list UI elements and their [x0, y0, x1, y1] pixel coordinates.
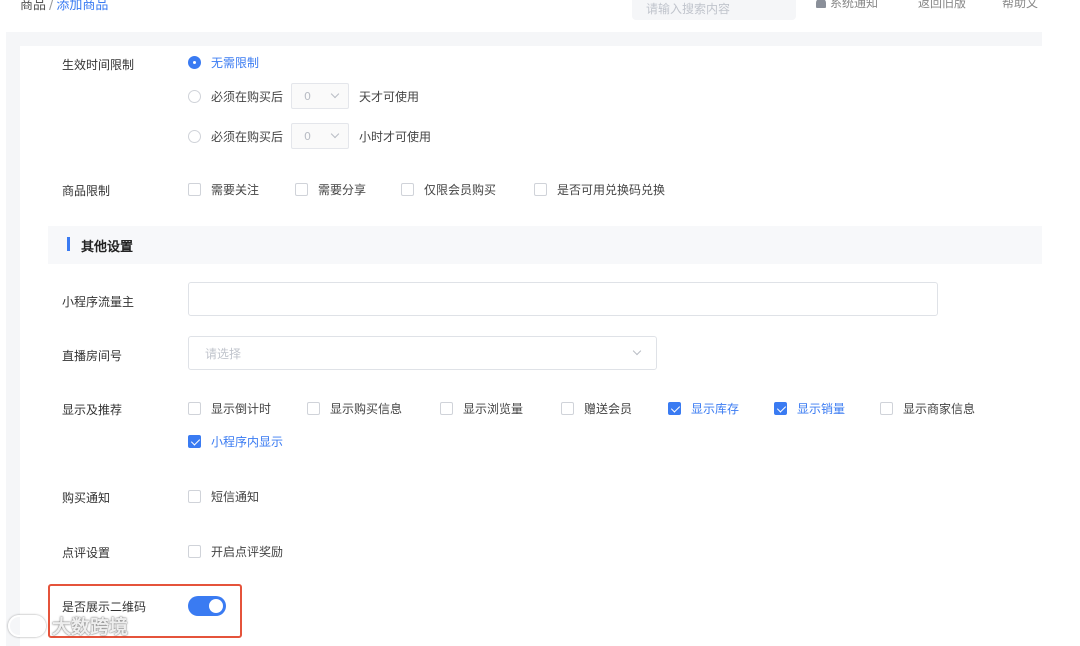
qrcode-toggle[interactable] — [188, 596, 226, 616]
live-room-label: 直播房间号 — [62, 349, 123, 363]
checkbox-icon — [295, 183, 308, 196]
checkbox-label: 显示购买信息 — [330, 402, 403, 416]
radio-checked-icon — [188, 56, 201, 69]
validity-label: 生效时间限制 — [62, 58, 135, 72]
display-label: 显示及推荐 — [62, 403, 123, 417]
live-room-select[interactable]: 请选择 — [188, 336, 657, 370]
checkbox-label: 显示倒计时 — [211, 402, 272, 416]
checkbox-show-views[interactable]: 显示浏览量 — [440, 400, 523, 417]
checkbox-label: 赠送会员 — [584, 402, 633, 416]
checkbox-label: 显示销量 — [797, 402, 846, 416]
validity-option-suffix: 天才可使用 — [359, 89, 420, 104]
chevron-down-icon — [330, 129, 340, 139]
checkbox-label: 是否可用兑换码兑换 — [557, 183, 666, 197]
system-notification-link[interactable]: 系统通知 — [816, 0, 878, 11]
validity-option-prefix: 必须在购买后 — [211, 129, 284, 144]
checkbox-label: 开启点评奖励 — [211, 545, 284, 559]
section-accent-bar — [67, 237, 70, 251]
review-label: 点评设置 — [62, 546, 111, 560]
checkbox-icon — [188, 402, 201, 415]
mini-program-owner-label: 小程序流量主 — [62, 295, 135, 309]
checkbox-members-only[interactable]: 仅限会员购买 — [401, 181, 496, 198]
back-to-old-version-label: 返回旧版 — [918, 0, 967, 10]
bell-icon — [816, 0, 826, 8]
days-select[interactable]: 0 — [291, 83, 350, 109]
system-notification-label: 系统通知 — [830, 0, 879, 10]
watermark-text: 大数跨境 — [52, 616, 129, 638]
checkbox-label: 小程序内显示 — [211, 435, 284, 449]
breadcrumb-separator: / — [49, 0, 54, 13]
checkbox-need-share[interactable]: 需要分享 — [295, 181, 366, 198]
radio-unchecked-icon — [188, 89, 201, 103]
help-link[interactable]: 帮助文 — [1002, 0, 1038, 11]
breadcrumb: 商品 / 添加商品 — [20, 0, 108, 13]
radio-unchecked-icon — [188, 129, 201, 143]
live-room-placeholder: 请选择 — [205, 346, 242, 361]
checkbox-icon — [880, 402, 893, 415]
back-to-old-version-link[interactable]: 返回旧版 — [918, 0, 966, 11]
hours-select-value: 0 — [304, 129, 312, 143]
purchase-notify-label: 购买通知 — [62, 491, 111, 505]
help-label: 帮助文 — [1002, 0, 1039, 10]
checkbox-label: 显示浏览量 — [463, 402, 524, 416]
checkbox-icon — [307, 402, 320, 415]
checkbox-icon — [561, 402, 574, 415]
top-bar: 商品 / 添加商品 请输入搜索内容 系统通知 返回旧版 帮助文 — [0, 0, 1080, 28]
validity-option-label: 无需限制 — [211, 56, 260, 70]
mini-program-owner-input[interactable] — [188, 282, 938, 316]
toggle-knob — [209, 599, 223, 613]
checkbox-label: 显示库存 — [691, 402, 740, 416]
validity-option-prefix: 必须在购买后 — [211, 89, 284, 104]
checkbox-icon — [188, 490, 201, 503]
checkmark-icon — [774, 402, 787, 415]
checkbox-icon — [440, 402, 453, 415]
checkbox-label: 需要分享 — [318, 183, 367, 197]
checkbox-icon — [534, 183, 547, 196]
checkbox-show-purchase-info[interactable]: 显示购买信息 — [307, 400, 402, 417]
checkbox-label: 短信通知 — [211, 490, 260, 504]
hours-select[interactable]: 0 — [291, 123, 350, 149]
checkbox-show-merchant-info[interactable]: 显示商家信息 — [880, 400, 975, 417]
section-title: 其他设置 — [81, 240, 134, 255]
checkbox-show-stock[interactable]: 显示库存 — [668, 400, 739, 417]
validity-option-no-limit[interactable]: 无需限制 — [188, 54, 259, 71]
validity-option-days[interactable]: 必须在购买后 0 天才可使用 — [188, 83, 419, 109]
checkbox-sms-notify[interactable]: 短信通知 — [188, 488, 259, 505]
product-limit-label: 商品限制 — [62, 184, 111, 198]
checkbox-label: 仅限会员购买 — [424, 183, 497, 197]
validity-option-suffix: 小时才可使用 — [359, 129, 432, 144]
checkbox-label: 需要关注 — [211, 183, 260, 197]
checkbox-label: 显示商家信息 — [903, 402, 976, 416]
page-frame-left — [6, 32, 20, 646]
checkbox-need-follow[interactable]: 需要关注 — [188, 181, 259, 198]
checkmark-icon — [668, 402, 681, 415]
checkbox-gift-membership[interactable]: 赠送会员 — [561, 400, 632, 417]
checkbox-redeem-code[interactable]: 是否可用兑换码兑换 — [534, 181, 665, 198]
watermark: 大数跨境 — [8, 612, 128, 639]
checkmark-icon — [188, 435, 201, 448]
chevron-down-icon — [632, 346, 642, 356]
checkbox-review-reward[interactable]: 开启点评奖励 — [188, 543, 283, 560]
page-frame-top — [6, 32, 1042, 46]
chevron-down-icon — [330, 89, 340, 99]
checkbox-show-sales[interactable]: 显示销量 — [774, 400, 845, 417]
checkbox-icon — [188, 545, 201, 558]
search-input[interactable]: 请输入搜索内容 — [632, 0, 796, 20]
breadcrumb-current[interactable]: 添加商品 — [56, 0, 108, 13]
checkbox-show-countdown[interactable]: 显示倒计时 — [188, 400, 271, 417]
breadcrumb-root[interactable]: 商品 — [20, 0, 46, 13]
section-header-other-settings: 其他设置 — [48, 226, 1042, 264]
checkbox-show-in-mini-program[interactable]: 小程序内显示 — [188, 433, 283, 450]
days-select-value: 0 — [304, 89, 312, 103]
checkbox-icon — [401, 183, 414, 196]
watermark-logo-icon — [8, 614, 46, 637]
validity-option-hours[interactable]: 必须在购买后 0 小时才可使用 — [188, 123, 431, 149]
checkbox-icon — [188, 183, 201, 196]
